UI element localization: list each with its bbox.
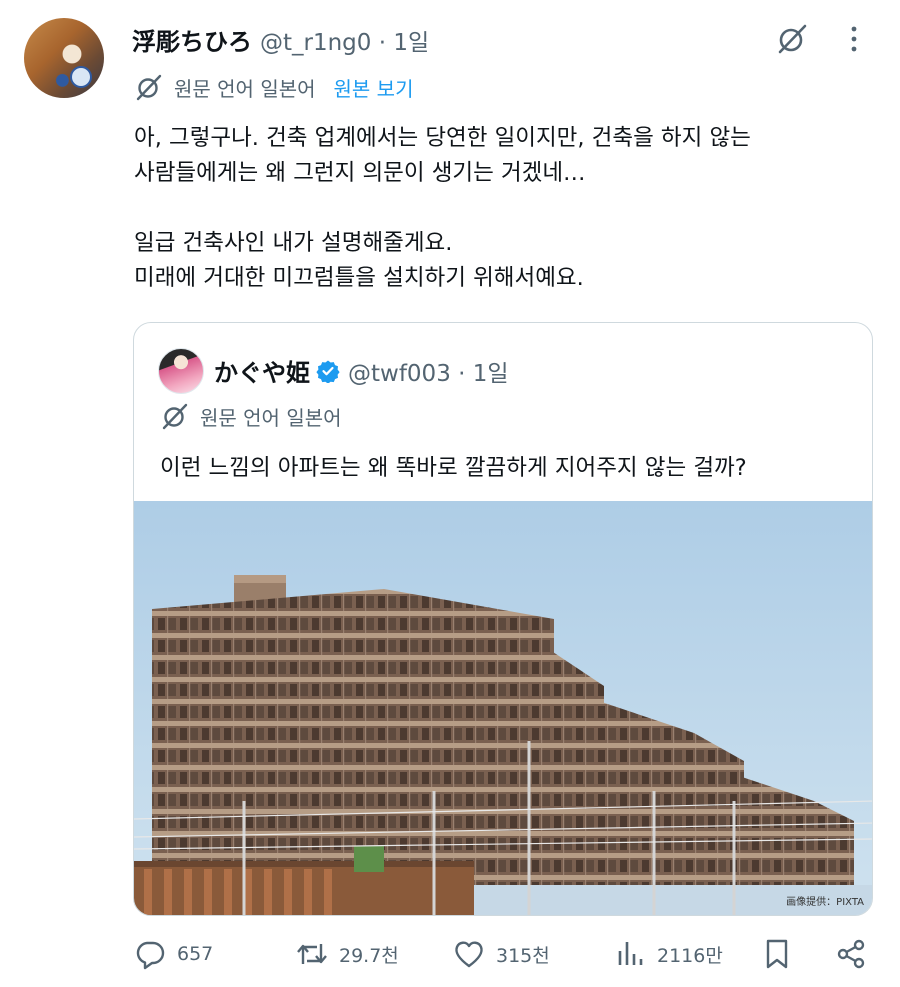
view-original-link[interactable]: 원본 보기: [334, 73, 414, 102]
translation-label: 원문 언어 일본어: [174, 76, 316, 101]
tweet-text-line: 미래에 거대한 미끄럼틀을 설치하기 위해서예요.: [134, 265, 584, 291]
quoted-author-name: かぐや姫: [214, 359, 310, 387]
action-bar: 657 29.7천 315천 2116만: [0, 937, 900, 987]
translation-row: 원문 언어 일본어 원본 보기: [134, 72, 413, 102]
grok-icon[interactable]: [775, 22, 809, 56]
reply-button[interactable]: 657: [133, 937, 213, 971]
apartment-building-photo[interactable]: 画像提供：PIXTA: [134, 501, 873, 916]
avatar-badge: [70, 66, 92, 88]
quoted-translation-row: 원문 언어 일본어: [160, 401, 342, 431]
bookmark-button[interactable]: [760, 937, 794, 971]
image-credit: 画像提供：PIXTA: [786, 895, 864, 908]
share-icon: [837, 939, 865, 969]
views-button[interactable]: 2116만: [613, 937, 723, 971]
tweet-text-line: 아, 그렇구나. 건축 업계에서는 당연한 일이지만, 건축을 하지 않는: [134, 125, 751, 151]
repost-count: 29.7천: [339, 944, 399, 967]
quoted-text: 이런 느낌의 아파트는 왜 똑바로 깔끔하게 지어주지 않는 걸까?: [160, 455, 747, 481]
verified-icon: [316, 360, 340, 383]
repost-button[interactable]: 29.7천: [295, 937, 399, 971]
views-icon: [618, 942, 643, 965]
views-count: 2116만: [657, 944, 723, 967]
quoted-tweet[interactable]: かぐや姫 @twf003 · 1일 원문 언어 일본어 이런 느낌의 아파트는 …: [133, 322, 873, 916]
author-avatar[interactable]: [24, 18, 104, 98]
reply-count: 657: [177, 943, 214, 965]
quoted-translation-label: 원문 언어 일본어: [200, 405, 342, 430]
translate-icon: [162, 403, 188, 430]
repost-icon: [297, 944, 327, 964]
quoted-author-handle: @twf003 · 1일: [348, 360, 509, 387]
more-icon[interactable]: [846, 22, 862, 56]
tweet-text-line: 일급 건축사인 내가 설명해줄게요.: [134, 230, 453, 256]
share-button[interactable]: [834, 937, 868, 971]
bookmark-icon: [766, 939, 788, 969]
like-icon: [455, 941, 483, 968]
quoted-header: かぐや姫 @twf003 · 1일: [214, 353, 509, 388]
author-name[interactable]: 浮彫ちひろ: [132, 22, 252, 57]
tweet-header: 浮彫ちひろ @t_r1ng0 · 1일: [132, 22, 429, 57]
author-handle[interactable]: @t_r1ng0 · 1일: [260, 23, 429, 57]
quoted-author-avatar: [158, 348, 204, 394]
translate-icon: [136, 74, 162, 101]
like-count: 315천: [496, 944, 550, 967]
tweet-text-line: 사람들에게는 왜 그런지 의문이 생기는 거겠네…: [134, 160, 586, 186]
reply-icon: [136, 941, 165, 970]
tweet-text: 아, 그렇구나. 건축 업계에서는 당연한 일이지만, 건축을 하지 않는 사람…: [134, 121, 854, 296]
like-button[interactable]: 315천: [452, 937, 550, 971]
